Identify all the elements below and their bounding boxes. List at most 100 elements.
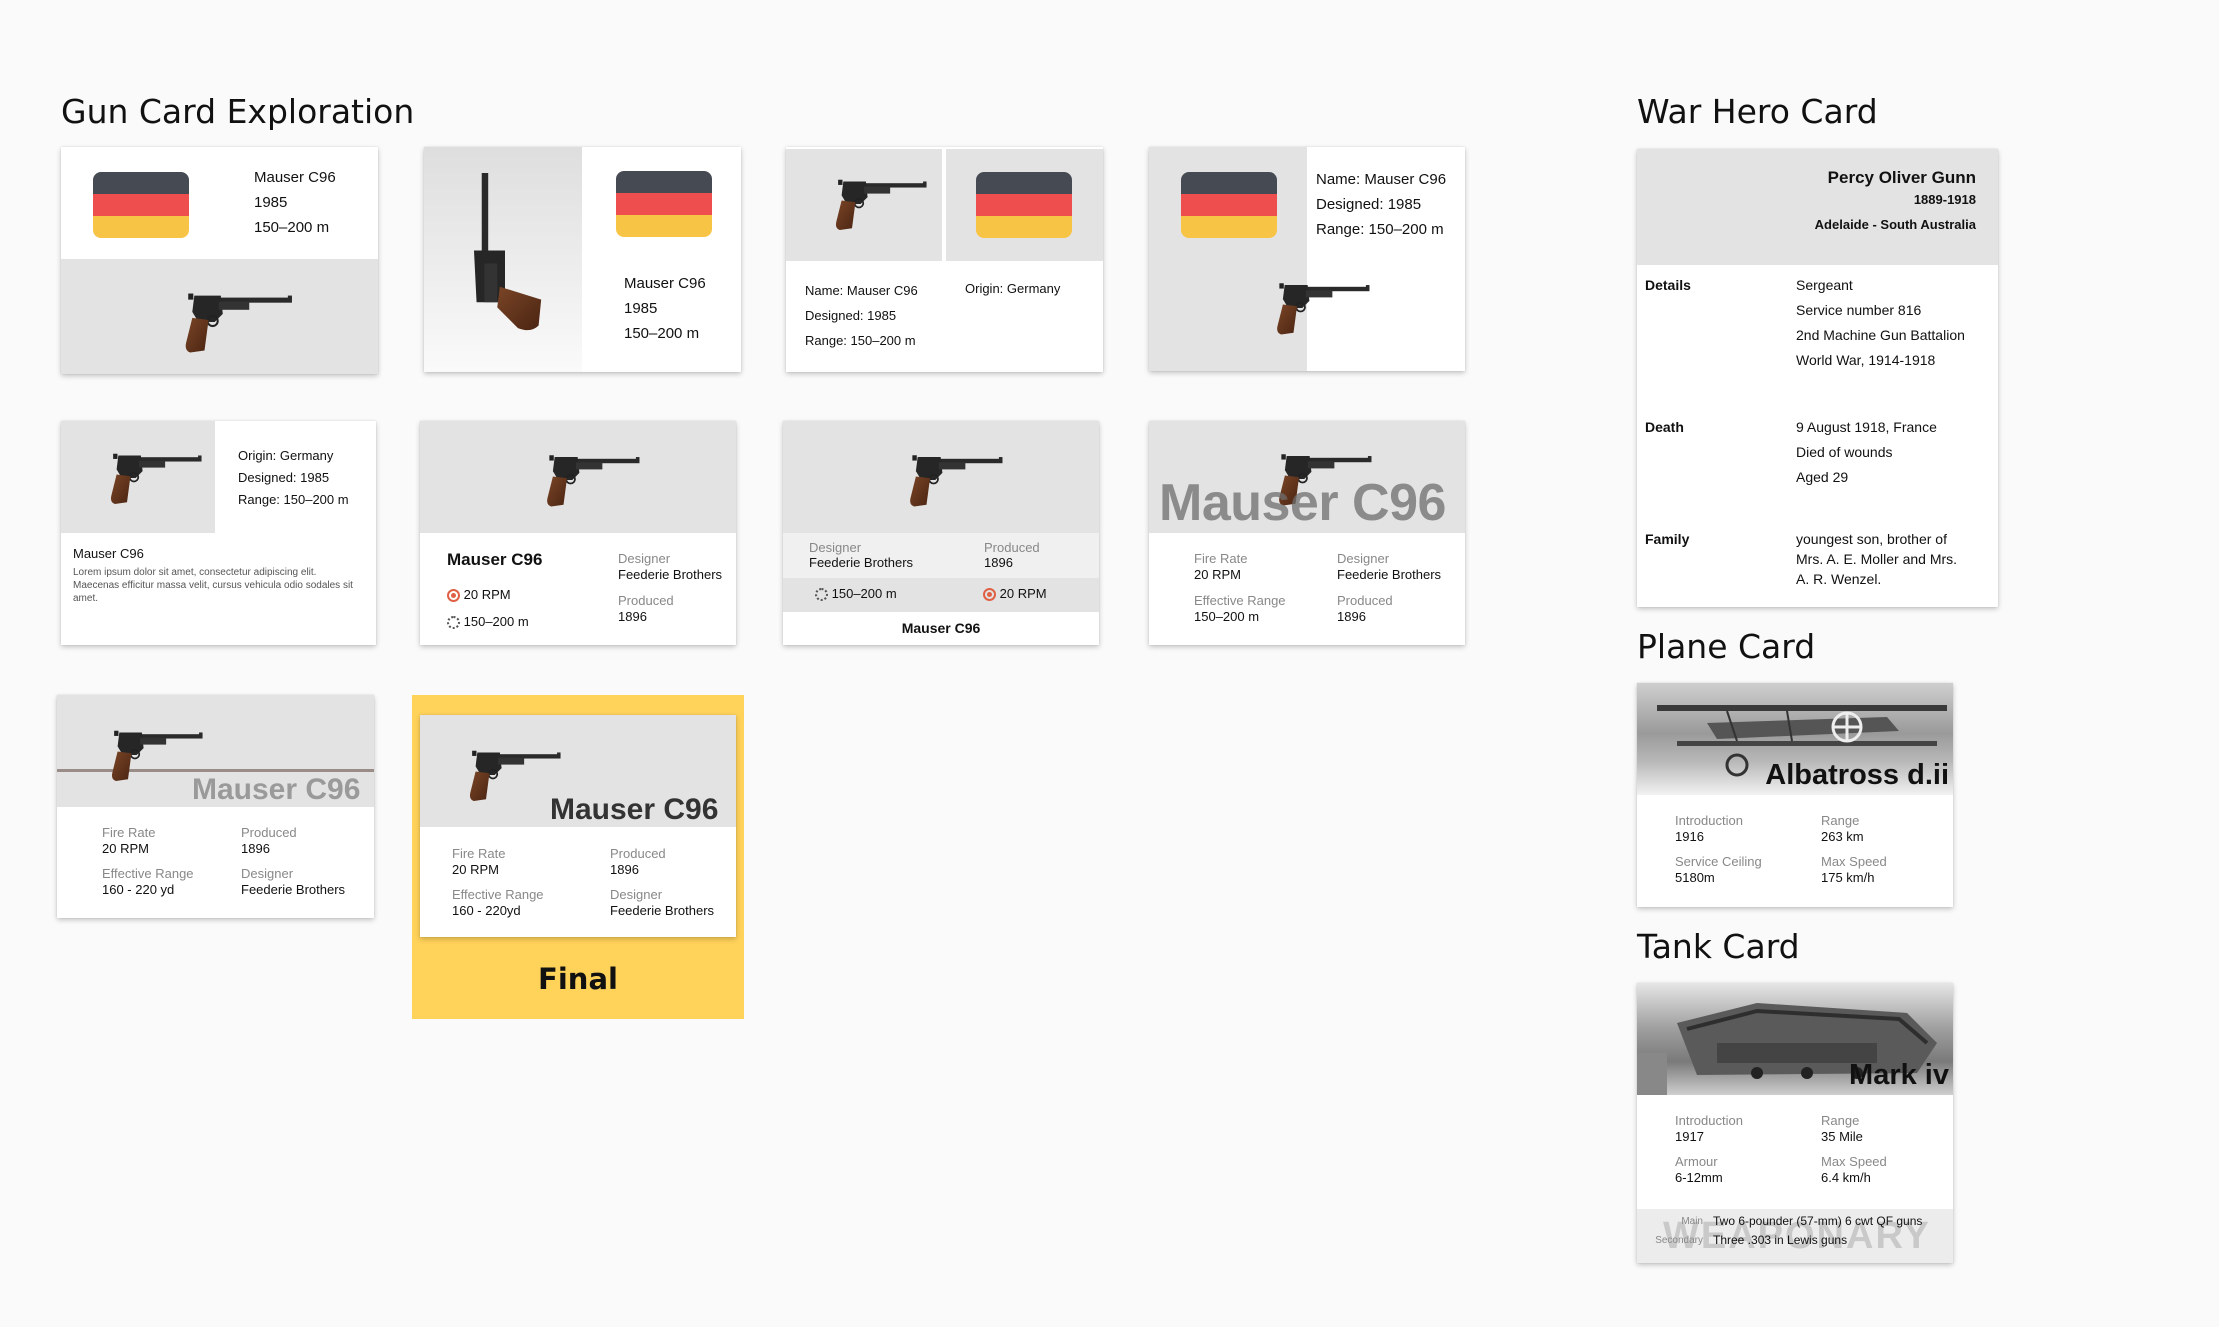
fire-rate-value: 20 RPM	[452, 862, 499, 877]
gun-origin: Origin: Germany	[238, 448, 334, 463]
gun-range: 150–200 m	[624, 325, 700, 342]
fire-rate: 20 RPM	[983, 586, 1047, 602]
range-value: 150–200 m	[831, 586, 897, 601]
gun-name: Name: Mauser C96	[1316, 171, 1447, 188]
gun-card-4[interactable]: Name: Mauser C96 Designed: 1985 Range: 1…	[1149, 147, 1465, 371]
plane-stat-value: 1916	[1675, 829, 1704, 844]
section-title-hero: War Hero Card	[1637, 92, 1878, 131]
designer-label: Designer	[809, 540, 862, 555]
tank-stat-label: Introduction	[1675, 1113, 1743, 1128]
produced-value: 1896	[1337, 609, 1366, 624]
tank-stat-value: 6-12mm	[1675, 1170, 1723, 1185]
pistol-icon	[101, 448, 205, 508]
gun-card-7[interactable]: Designer Feederie Brothers Produced 1896…	[783, 421, 1099, 645]
war-hero-card[interactable]: Percy Oliver Gunn 1889-1918 Adelaide - S…	[1637, 149, 1998, 607]
gun-designed: Designed: 1985	[805, 308, 897, 323]
flag-icon	[616, 171, 712, 237]
gun-name: Mauser C96	[192, 773, 361, 806]
hero-details-label: Details	[1645, 277, 1691, 293]
fire-rate-value: 20 RPM	[1194, 567, 1241, 582]
tank-stat-label: Range	[1821, 1113, 1860, 1128]
designer-value: Feederie Brothers	[610, 903, 715, 918]
plane-stat-label: Introduction	[1675, 813, 1743, 828]
designer-label: Designer	[1337, 551, 1390, 566]
gun-card-9[interactable]: Mauser C96 Fire Rate 20 RPM Effective Ra…	[57, 695, 374, 918]
pistol-icon	[102, 725, 206, 785]
gun-origin: Origin: Germany	[965, 281, 1061, 296]
produced-label: Produced	[610, 846, 666, 861]
final-label: Final	[538, 962, 618, 996]
plane-stat-value: 263 km	[1821, 829, 1864, 844]
tank-card[interactable]: Mark iv Introduction 1917 Range 35 Mile …	[1637, 983, 1953, 1263]
gun-year: 1985	[254, 194, 288, 211]
flag-icon	[1181, 172, 1277, 238]
weapon-value: Three .303 in Lewis guns	[1713, 1233, 1848, 1247]
pistol-icon	[826, 174, 930, 234]
range-label: Effective Range	[1194, 593, 1286, 608]
gun-card-final[interactable]: Mauser C96 Fire Rate 20 RPM Effective Ra…	[420, 715, 736, 937]
hero-details-line: 2nd Machine Gun Battalion	[1796, 327, 1965, 343]
image-panel	[424, 147, 582, 372]
hero-death-line: Aged 29	[1796, 469, 1849, 485]
hero-family-line: youngest son, brother of	[1796, 531, 1947, 547]
section-title-gun: Gun Card Exploration	[61, 92, 415, 131]
plane-card[interactable]: Albatross d.ii Introduction 1916 Range 2…	[1637, 683, 1953, 907]
flag-panel	[946, 149, 1103, 261]
tank-name: Mark iv	[1849, 1059, 1949, 1091]
pistol-icon	[1267, 277, 1373, 339]
fire-rate-label: Fire Rate	[452, 846, 506, 861]
hero-family-line: Mrs. A. E. Moller and Mrs.	[1796, 551, 1958, 567]
hero-place: Adelaide - South Australia	[1814, 217, 1976, 232]
gun-card-1[interactable]: Mauser C96 1985 150–200 m	[61, 147, 378, 374]
image-panel	[786, 149, 942, 261]
pistol-icon	[174, 287, 296, 357]
hero-family-line: A. R. Wenzel.	[1796, 571, 1882, 587]
tank-stat-value: 35 Mile	[1821, 1129, 1863, 1144]
pistol-icon	[464, 173, 546, 341]
tank-stat-value: 1917	[1675, 1129, 1704, 1144]
pistol-icon	[460, 745, 564, 805]
hero-years: 1889-1918	[1913, 192, 1976, 207]
fire-rate-icon	[983, 588, 996, 602]
produced-label: Produced	[984, 540, 1040, 555]
gun-range: Range: 150–200 m	[805, 333, 916, 348]
gun-card-8[interactable]: Mauser C96 Fire Rate 20 RPM Effective Ra…	[1149, 421, 1465, 645]
range-icon	[447, 616, 460, 630]
produced-value: 1896	[984, 555, 1013, 570]
fire-rate: 20 RPM	[447, 587, 511, 603]
hero-death-label: Death	[1645, 419, 1684, 435]
hero-family-label: Family	[1645, 531, 1690, 547]
produced-label: Produced	[618, 593, 674, 608]
produced-label: Produced	[241, 825, 297, 840]
image-panel	[420, 421, 736, 533]
section-title-tank: Tank Card	[1637, 927, 1800, 966]
final-card-frame[interactable]: Mauser C96 Fire Rate 20 RPM Effective Ra…	[412, 695, 744, 1019]
range-value: 160 - 220yd	[452, 903, 521, 918]
designer-value: Feederie Brothers	[1337, 567, 1442, 582]
fire-rate-icon	[447, 589, 460, 603]
designer-value: Feederie Brothers	[241, 882, 346, 897]
flag-icon	[93, 172, 189, 238]
fire-rate-label: Fire Rate	[102, 825, 156, 840]
gun-name: Mauser C96	[550, 793, 719, 826]
gun-name: Mauser C96	[447, 550, 543, 569]
gun-name: Mauser C96	[73, 546, 144, 561]
plane-stat-label: Service Ceiling	[1675, 854, 1762, 869]
hero-name: Percy Oliver Gunn	[1827, 168, 1976, 187]
designer-label: Designer	[618, 551, 671, 566]
gun-card-3[interactable]: Name: Mauser C96 Designed: 1985 Range: 1…	[786, 147, 1103, 372]
range-label: Effective Range	[102, 866, 194, 881]
gun-card-2[interactable]: Mauser C96 1985 150–200 m	[424, 147, 741, 372]
gun-card-5[interactable]: Origin: Germany Designed: 1985 Range: 15…	[61, 421, 376, 645]
produced-label: Produced	[1337, 593, 1393, 608]
gun-name: Mauser C96	[254, 169, 336, 186]
hero-death-line: Died of wounds	[1796, 444, 1893, 460]
gun-name: Mauser C96	[624, 275, 706, 292]
range-value: 150–200 m	[463, 614, 529, 629]
tank-stat-value: 6.4 km/h	[1821, 1170, 1871, 1185]
fire-rate-value: 20 RPM	[102, 841, 149, 856]
gun-card-6[interactable]: Mauser C96 20 RPM 150–200 m Designer Fee…	[420, 421, 736, 645]
gun-name: Mauser C96	[901, 620, 981, 636]
plane-name: Albatross d.ii	[1765, 759, 1949, 791]
designer-label: Designer	[241, 866, 294, 881]
